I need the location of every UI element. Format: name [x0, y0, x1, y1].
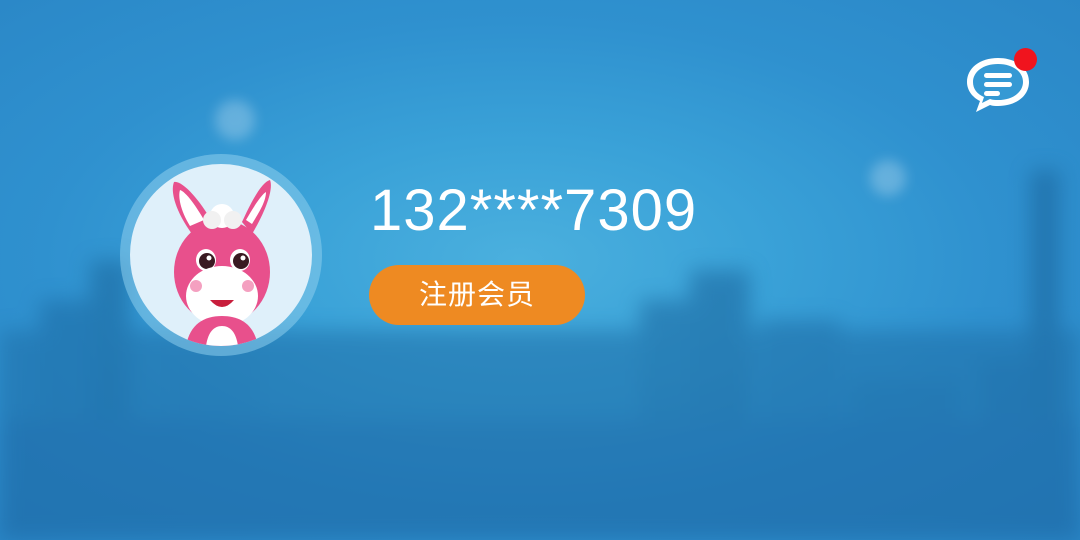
bokeh-light	[215, 100, 255, 140]
pink-donkey-avatar-icon	[172, 180, 271, 346]
unread-badge	[1014, 48, 1037, 71]
phone-number: 132****7309	[370, 178, 698, 243]
avatar[interactable]	[130, 164, 312, 346]
bokeh-light	[870, 160, 906, 196]
profile-header-screen: 132****7309 注册会员	[0, 0, 1080, 540]
register-member-button[interactable]: 注册会员	[369, 265, 585, 325]
